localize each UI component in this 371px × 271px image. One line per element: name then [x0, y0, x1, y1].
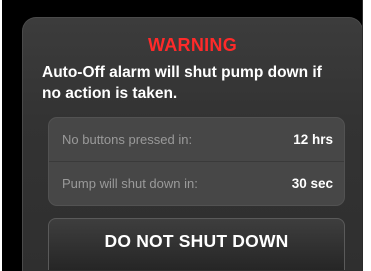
warning-title: WARNING — [147, 35, 238, 55]
status-label: No buttons pressed in: — [62, 132, 193, 147]
status-value: 12 hrs — [293, 132, 333, 147]
warning-message: Auto-Off alarm will shut pump down if no… — [42, 64, 322, 102]
do-not-shut-down-label: DO NOT SHUT DOWN — [104, 231, 289, 251]
device-screen: WARNING Auto-Off alarm will shut pump do… — [2, 0, 363, 271]
status-row-idle-time: No buttons pressed in: 12 hrs — [49, 118, 344, 162]
do-not-shut-down-button[interactable]: DO NOT SHUT DOWN — [48, 218, 345, 270]
status-value: 30 sec — [291, 176, 333, 191]
status-label: Pump will shut down in: — [62, 176, 198, 191]
auto-off-warning-dialog: WARNING Auto-Off alarm will shut pump do… — [22, 17, 363, 271]
status-panel: No buttons pressed in: 12 hrs Pump will … — [48, 117, 345, 206]
status-row-shutdown-countdown: Pump will shut down in: 30 sec — [49, 162, 344, 205]
screen-bezel-edge — [362, 0, 371, 271]
